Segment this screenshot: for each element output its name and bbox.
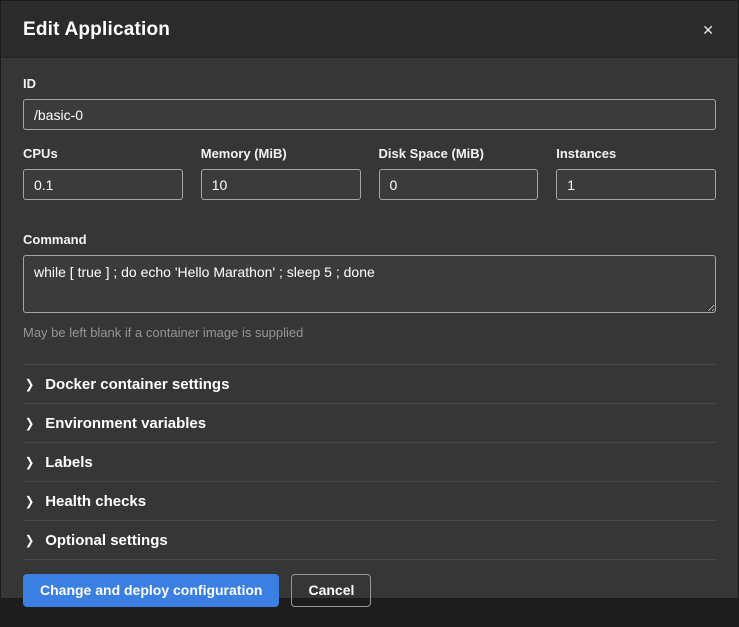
section-label: Optional settings — [45, 532, 168, 549]
section-label: Docker container settings — [45, 376, 229, 393]
memory-input[interactable] — [201, 169, 361, 200]
modal-title: Edit Application — [23, 19, 170, 41]
section-label: Environment variables — [45, 415, 206, 432]
command-field-group: Command while [ true ] ; do echo 'Hello … — [23, 232, 716, 340]
section-optional-settings[interactable]: ❯ Optional settings — [23, 520, 716, 559]
disk-field-group: Disk Space (MiB) — [379, 146, 539, 200]
change-and-deploy-button[interactable]: Change and deploy configuration — [23, 574, 279, 607]
close-icon[interactable]: ✕ — [700, 21, 716, 39]
chevron-right-icon: ❯ — [25, 416, 34, 431]
id-label: ID — [23, 76, 716, 91]
resources-row: CPUs Memory (MiB) Disk Space (MiB) Insta… — [23, 146, 716, 216]
chevron-right-icon: ❯ — [25, 377, 34, 392]
instances-field-group: Instances — [556, 146, 716, 200]
cpus-input[interactable] — [23, 169, 183, 200]
cancel-button[interactable]: Cancel — [291, 574, 371, 607]
section-docker-container-settings[interactable]: ❯ Docker container settings — [23, 364, 716, 403]
memory-field-group: Memory (MiB) — [201, 146, 361, 200]
section-label: Labels — [45, 454, 93, 471]
cpus-field-group: CPUs — [23, 146, 183, 200]
disk-label: Disk Space (MiB) — [379, 146, 539, 161]
section-label: Health checks — [45, 493, 146, 510]
edit-application-modal: Edit Application ✕ ID CPUs Memory (MiB) … — [0, 0, 739, 599]
modal-body: ID CPUs Memory (MiB) Disk Space (MiB) In… — [1, 58, 738, 560]
instances-input[interactable] — [556, 169, 716, 200]
chevron-right-icon: ❯ — [25, 455, 34, 470]
instances-label: Instances — [556, 146, 716, 161]
modal-header: Edit Application ✕ — [1, 1, 738, 58]
command-label: Command — [23, 232, 716, 247]
section-labels[interactable]: ❯ Labels — [23, 442, 716, 481]
chevron-right-icon: ❯ — [25, 533, 34, 548]
command-help-text: May be left blank if a container image i… — [23, 325, 716, 340]
id-field-group: ID — [23, 76, 716, 130]
section-environment-variables[interactable]: ❯ Environment variables — [23, 403, 716, 442]
section-health-checks[interactable]: ❯ Health checks — [23, 481, 716, 520]
chevron-right-icon: ❯ — [25, 494, 34, 509]
command-input[interactable]: while [ true ] ; do echo 'Hello Marathon… — [23, 255, 716, 313]
modal-footer: Change and deploy configuration Cancel — [1, 560, 738, 627]
cpus-label: CPUs — [23, 146, 183, 161]
memory-label: Memory (MiB) — [201, 146, 361, 161]
id-input[interactable] — [23, 99, 716, 130]
disk-input[interactable] — [379, 169, 539, 200]
collapsible-sections: ❯ Docker container settings ❯ Environmen… — [23, 364, 716, 560]
